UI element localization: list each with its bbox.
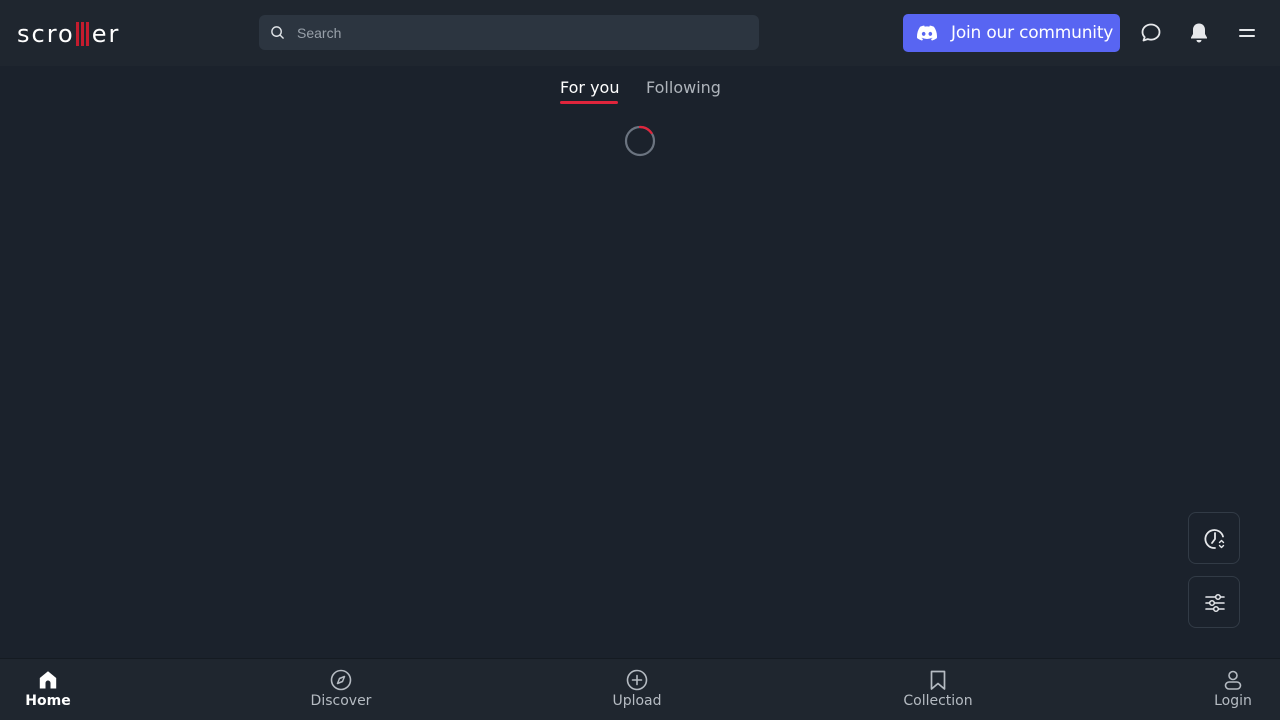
loading-spinner-icon (624, 125, 656, 157)
logo[interactable]: scro er (17, 20, 120, 48)
clock-history-icon (1204, 529, 1225, 549)
bottom-nav: Home Discover Upload Collection Login (0, 658, 1280, 720)
search-bar (259, 15, 759, 50)
nav-item-discover[interactable]: Discover (290, 659, 392, 720)
nav-item-login[interactable]: Login (1200, 659, 1266, 720)
search-icon (271, 26, 284, 39)
join-community-label: Join our community (951, 23, 1114, 43)
plus-circle-icon (626, 669, 648, 691)
history-button[interactable] (1188, 512, 1240, 564)
logo-text-right: er (91, 20, 121, 48)
discord-icon (917, 25, 937, 41)
nav-item-home[interactable]: Home (0, 659, 96, 720)
nav-item-collection[interactable]: Collection (885, 659, 991, 720)
tab-following[interactable]: Following (646, 78, 721, 104)
home-icon (39, 671, 57, 689)
nav-label-home: Home (25, 693, 71, 709)
sliders-icon (1205, 593, 1225, 613)
bookmark-icon (930, 670, 946, 690)
chat-icon[interactable] (1139, 21, 1163, 45)
nav-label-upload: Upload (612, 693, 662, 709)
menu-icon[interactable] (1235, 21, 1259, 45)
search-input[interactable] (297, 15, 747, 50)
join-community-button[interactable]: Join our community (903, 14, 1120, 52)
user-icon (1224, 670, 1242, 690)
nav-label-collection: Collection (903, 693, 973, 709)
logo-mark-icon (75, 22, 89, 46)
compass-icon (330, 669, 352, 691)
nav-label-discover: Discover (310, 693, 372, 709)
nav-item-upload[interactable]: Upload (590, 659, 684, 720)
active-tab-indicator (560, 101, 618, 104)
logo-text-left: scro (17, 20, 75, 48)
filters-button[interactable] (1188, 576, 1240, 628)
nav-label-login: Login (1214, 693, 1252, 709)
top-bar: scro er Join our community (0, 0, 1280, 66)
bell-icon[interactable] (1187, 21, 1211, 45)
